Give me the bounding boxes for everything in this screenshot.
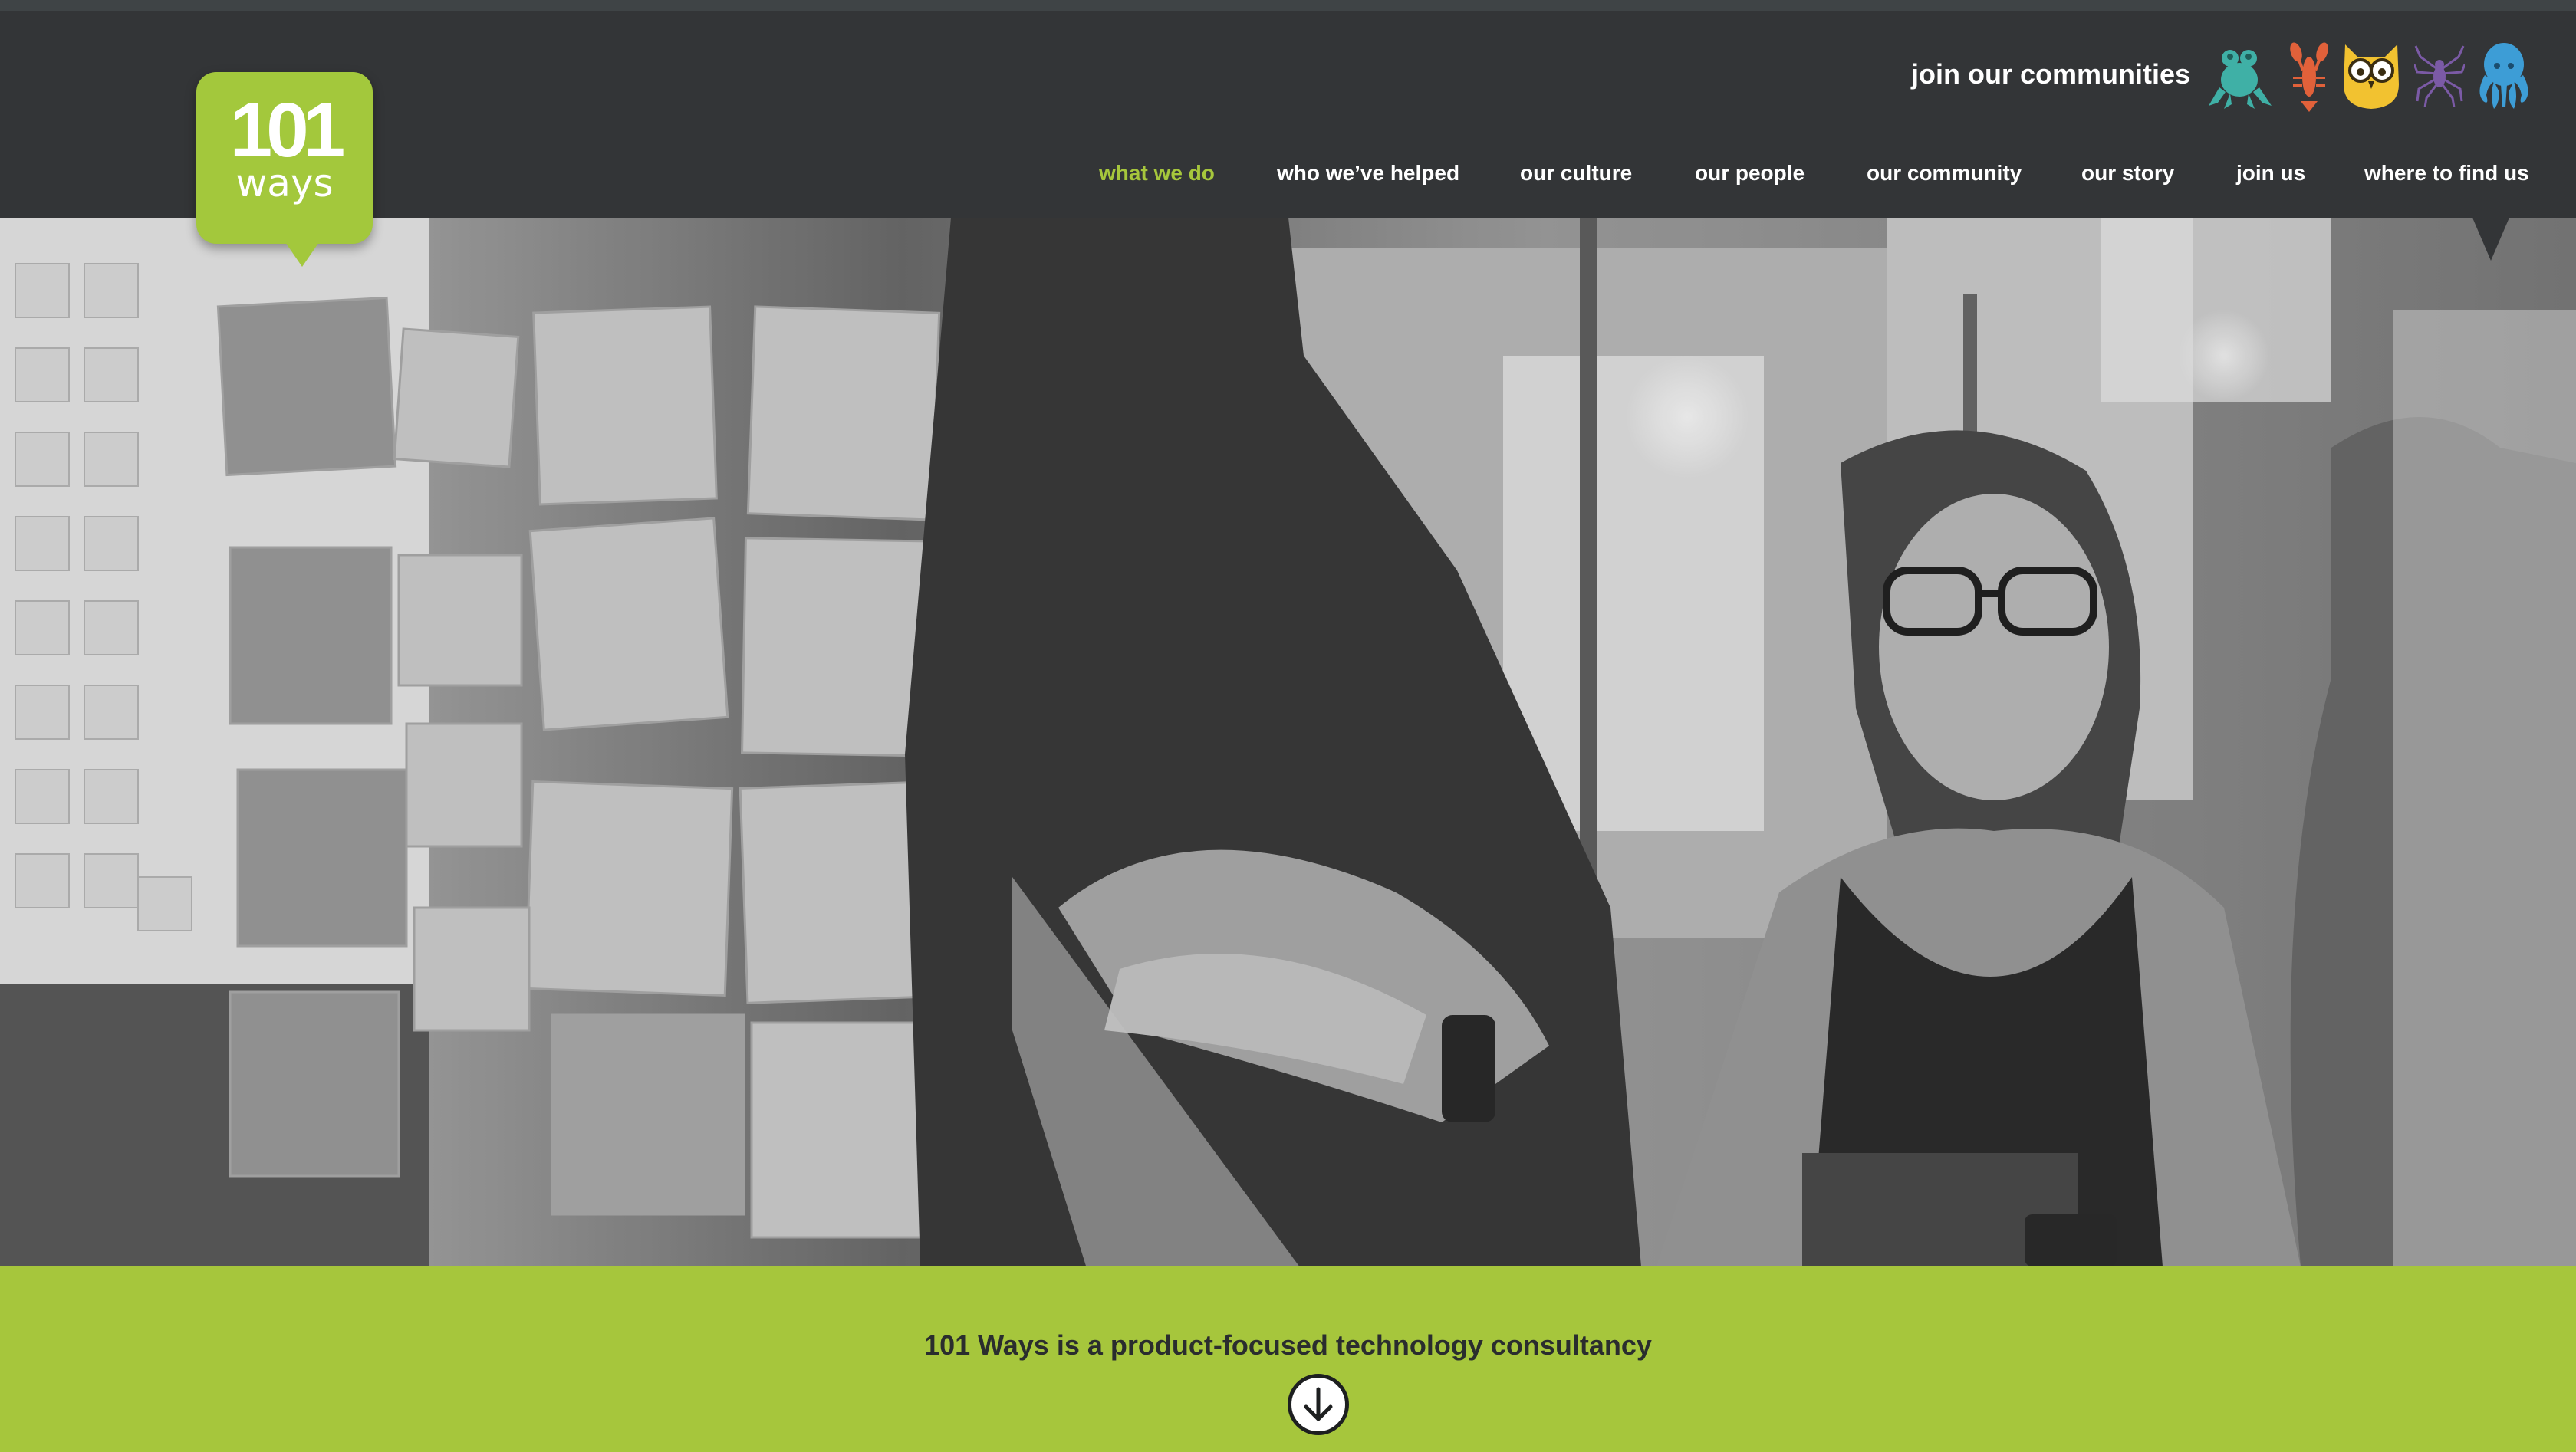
lobster-icon[interactable] (2287, 41, 2331, 112)
intro-tagline: 101 Ways is a product-focused technology… (924, 1329, 1652, 1361)
join-communities-label[interactable]: join our communities (1902, 58, 2190, 90)
spider-icon[interactable] (2414, 41, 2465, 107)
frog-icon[interactable] (2207, 41, 2273, 110)
octopus-icon[interactable] (2476, 41, 2532, 110)
nav-our-people[interactable]: our people (1695, 161, 1805, 186)
hero-photo (0, 218, 2576, 1266)
main-nav: what we do who we’ve helped our culture … (0, 161, 2576, 192)
nav-join-us[interactable]: join us (2236, 161, 2305, 186)
logo-word: ways (235, 161, 334, 205)
owl-icon[interactable] (2341, 41, 2402, 110)
nav-our-story[interactable]: our story (2081, 161, 2174, 186)
nav-notch (2472, 218, 2509, 261)
nav-who-weve-helped[interactable]: who we’ve helped (1277, 161, 1459, 186)
nav-our-culture[interactable]: our culture (1520, 161, 1632, 186)
nav-our-community[interactable]: our community (1867, 161, 2022, 186)
site-header: join our communities what we do who we’v… (0, 11, 2576, 218)
arrow-down-circle-icon (1304, 1387, 1333, 1421)
logo-number: 101 (229, 87, 346, 173)
nav-where-to-find-us[interactable]: where to find us (2364, 161, 2529, 186)
hero-image (0, 218, 2576, 1266)
nav-what-we-do[interactable]: what we do (1099, 161, 1215, 186)
top-strip (0, 0, 2576, 11)
scroll-down-button[interactable] (1288, 1374, 1349, 1435)
site-logo[interactable]: 101 ways (196, 72, 373, 267)
